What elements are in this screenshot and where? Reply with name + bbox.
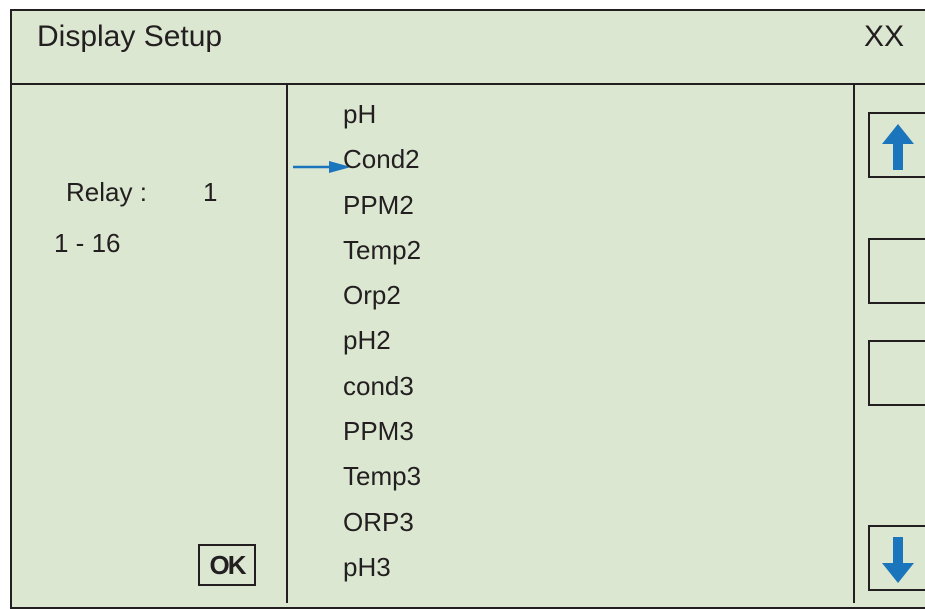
list-item[interactable]: PPM3: [343, 409, 421, 454]
list-item[interactable]: cond3: [343, 364, 421, 409]
list-item[interactable]: Cond2: [343, 137, 421, 182]
page-title: Display Setup: [37, 20, 223, 53]
relay-range: 1 - 16: [54, 228, 121, 258]
list-item[interactable]: pH2: [343, 318, 421, 363]
list-item[interactable]: Temp2: [343, 228, 421, 273]
relay-label: Relay :: [66, 177, 147, 207]
arrow-down-icon: [882, 537, 914, 583]
right-column-divider: [853, 83, 855, 603]
list-item[interactable]: pH: [343, 92, 421, 137]
blank-button-1[interactable]: [868, 238, 925, 304]
blank-button-2[interactable]: [868, 340, 925, 406]
parameter-list: pH Cond2 PPM2 Temp2 Orp2 pH2 cond3 PPM3 …: [343, 92, 421, 590]
list-item[interactable]: Orp2: [343, 273, 421, 318]
corner-label: XX: [864, 20, 905, 53]
left-column-divider: [286, 83, 288, 603]
header-divider: [11, 83, 925, 85]
relay-value[interactable]: 1: [203, 177, 217, 207]
list-item[interactable]: ORP3: [343, 500, 421, 545]
ok-button[interactable]: OK: [198, 544, 256, 586]
scroll-up-button[interactable]: [868, 112, 925, 178]
display-panel: [10, 9, 925, 609]
list-item[interactable]: pH3: [343, 545, 421, 590]
list-item[interactable]: Temp3: [343, 454, 421, 499]
scroll-down-button[interactable]: [868, 525, 925, 591]
list-item[interactable]: PPM2: [343, 183, 421, 228]
arrow-up-icon: [882, 124, 914, 170]
